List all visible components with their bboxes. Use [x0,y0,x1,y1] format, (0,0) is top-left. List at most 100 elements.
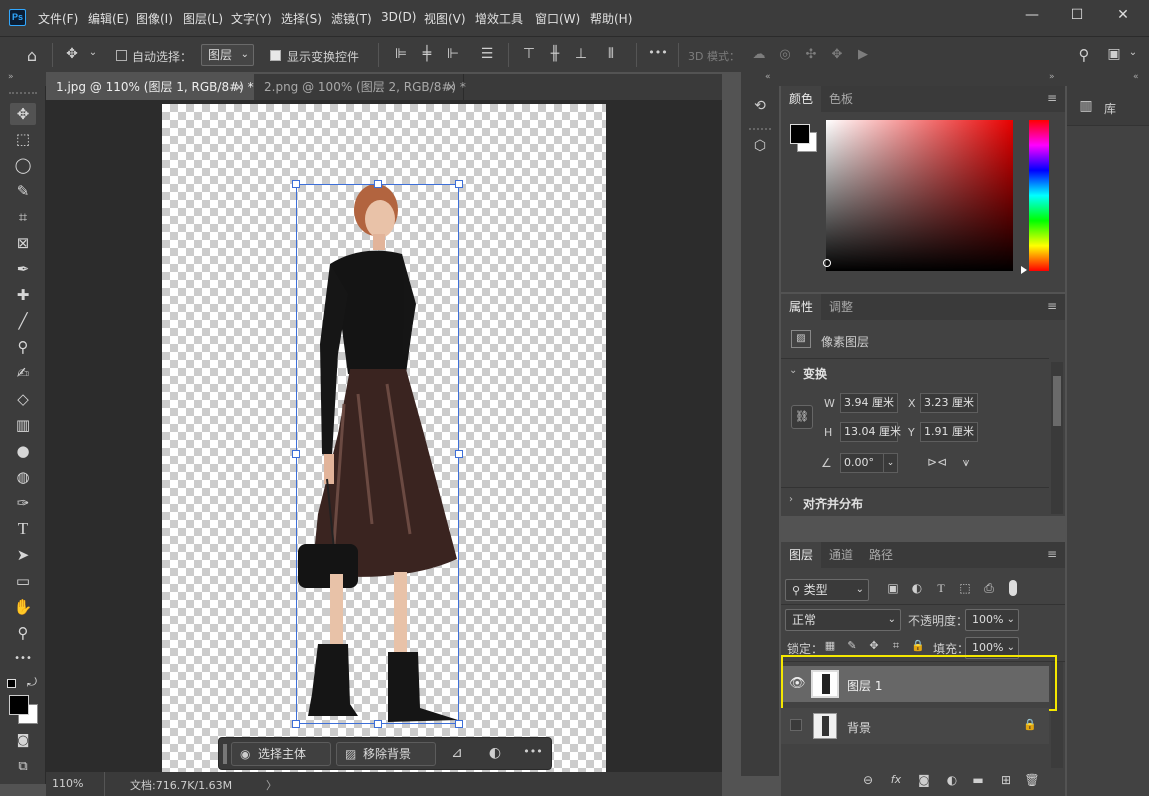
lock-artboard-icon[interactable]: ⌗ [889,639,903,653]
healing-tool-icon[interactable]: ✚ [10,284,36,306]
height-field[interactable]: 13.04 厘米 [840,422,901,442]
3d-panel-icon[interactable]: ⬡ [750,138,770,154]
saturation-brightness-field[interactable] [826,120,1013,271]
expand-double-arrow-icon[interactable]: » [1049,72,1055,82]
align-bottom-icon[interactable]: ⊥ [572,46,590,62]
zoom-tool-icon[interactable]: ⚲ [10,622,36,644]
transform-handle[interactable] [374,720,382,728]
eyedropper-tool-icon[interactable]: ✒ [10,258,36,280]
history-brush-tool-icon[interactable]: ✍ [10,362,36,384]
menu-select[interactable]: 选择(S) [281,10,322,27]
filter-pixel-icon[interactable]: ▣ [885,581,901,595]
collapse-double-arrow-icon[interactable]: » [8,72,14,82]
chevron-right-icon[interactable]: › [789,494,793,505]
tab-swatches[interactable]: 色板 [821,86,861,112]
menu-filter[interactable]: 滤镜(T) [331,10,372,27]
transform-bounding-box[interactable] [296,184,459,724]
home-icon[interactable]: ⌂ [20,46,44,65]
align-top-icon[interactable]: ⊤ [520,46,538,62]
maximize-button[interactable]: ☐ [1062,4,1092,26]
flip-vertical-icon[interactable]: ⩛ [957,455,975,470]
y-position-field[interactable]: 1.91 厘米 [920,422,978,442]
menu-plugins[interactable]: 增效工具 [475,10,523,27]
new-layer-icon[interactable]: ⊞ [997,773,1015,787]
tab-adjustments[interactable]: 调整 [821,294,861,320]
link-layers-icon[interactable]: ⊖ [859,773,877,787]
filter-shape-icon[interactable]: ⬚ [957,581,973,595]
lock-pixels-icon[interactable]: ✎ [845,639,859,652]
transform-icon[interactable]: ⊿ [447,745,467,761]
blur-tool-icon[interactable]: ● [10,440,36,462]
eraser-tool-icon[interactable]: ◇ [10,388,36,410]
close-tab-icon[interactable]: × [446,74,456,100]
close-tab-icon[interactable]: × [234,74,244,100]
minimize-button[interactable]: — [1017,4,1047,26]
dodge-tool-icon[interactable]: ◍ [10,466,36,488]
more-options-icon[interactable]: ••• [521,745,545,758]
fx-icon[interactable]: fx [887,773,905,786]
auto-select-checkbox[interactable] [116,50,127,61]
hue-slider-marker[interactable] [1021,266,1027,274]
adjustment-icon[interactable]: ◐ [485,745,505,761]
width-field[interactable]: 3.94 厘米 [840,393,898,413]
tab-properties[interactable]: 属性 [781,294,822,320]
search-icon[interactable]: ⚲ [1074,46,1094,64]
align-section-title[interactable]: 对齐并分布 [803,495,863,512]
transform-handle[interactable] [455,180,463,188]
foreground-color-swatch[interactable] [9,695,29,715]
chevron-down-icon[interactable]: ⌄ [883,454,897,472]
menu-type[interactable]: 文字(Y) [231,10,272,27]
rectangle-tool-icon[interactable]: ▭ [10,570,36,592]
layer-row-background[interactable]: 背景 🔒 [781,708,1049,744]
hand-tool-icon[interactable]: ✋ [10,596,36,618]
layer-filter-dropdown[interactable]: ⚲ 类型 ⌄ [785,579,869,601]
drag-handle-icon[interactable] [223,744,227,764]
tab-color[interactable]: 颜色 [781,86,822,112]
marquee-tool-icon[interactable]: ⬚ [10,128,36,150]
menu-layer[interactable]: 图层(L) [183,10,223,27]
lasso-tool-icon[interactable]: ◯ [10,154,36,176]
swap-colors-icon[interactable]: ⤾ [27,675,37,690]
stamp-tool-icon[interactable]: ⚲ [10,336,36,358]
select-subject-button[interactable]: ◉ 选择主体 [231,742,331,766]
distribute-icon[interactable]: ☰ [478,46,496,62]
path-select-tool-icon[interactable]: ➤ [10,544,36,566]
angle-field[interactable]: 0.00° ⌄ [840,453,898,473]
collapse-double-arrow-icon[interactable]: « [1133,72,1139,82]
color-picker-marker[interactable] [823,259,831,267]
opacity-field[interactable]: 100% ⌄ [965,609,1019,631]
lock-all-icon[interactable]: 🔒 [911,639,925,652]
menu-image[interactable]: 图像(I) [136,10,173,27]
link-dimensions-icon[interactable]: ⛓ [791,405,813,429]
tab-layers[interactable]: 图层 [781,542,822,568]
type-tool-icon[interactable]: T [10,518,36,540]
photoshop-logo-icon[interactable]: Ps [9,9,26,26]
more-options-icon[interactable]: ••• [646,46,670,59]
blend-mode-dropdown[interactable]: 正常 ⌄ [785,609,901,631]
layer-name[interactable]: 背景 [847,719,871,736]
chevron-down-icon[interactable]: ⌄ [86,47,100,58]
panel-menu-icon[interactable]: ≡ [1047,299,1057,313]
panel-menu-icon[interactable]: ≡ [1047,91,1057,105]
properties-scrollbar[interactable] [1051,362,1063,514]
pen-tool-icon[interactable]: ✑ [10,492,36,514]
screen-mode-icon[interactable]: ⧉ [10,756,36,778]
lock-transparency-icon[interactable]: ▦ [823,639,837,652]
panel-menu-icon[interactable]: ≡ [1047,547,1057,561]
filter-toggle-icon[interactable] [1009,580,1017,596]
filter-adjustment-icon[interactable]: ◐ [909,581,925,595]
tab-document-2[interactable]: 2.png @ 100% (图层 2, RGB/8#) * × [254,74,466,100]
delete-layer-icon[interactable]: 🗑 [1023,773,1041,787]
chevron-down-icon[interactable]: ⌄ [789,365,797,376]
close-window-button[interactable]: ✕ [1108,4,1138,26]
menu-view[interactable]: 视图(V) [424,10,466,27]
chevron-down-icon[interactable]: ⌄ [1126,47,1140,58]
align-left-icon[interactable]: ⊫ [392,46,410,62]
transform-handle[interactable] [292,720,300,728]
frame-tool-icon[interactable]: ⊠ [10,232,36,254]
crop-tool-icon[interactable]: ⌗ [10,206,36,228]
transform-handle[interactable] [292,450,300,458]
transform-handle[interactable] [374,180,382,188]
new-adjustment-icon[interactable]: ◐ [943,773,961,787]
show-transform-checkbox[interactable] [270,50,281,61]
